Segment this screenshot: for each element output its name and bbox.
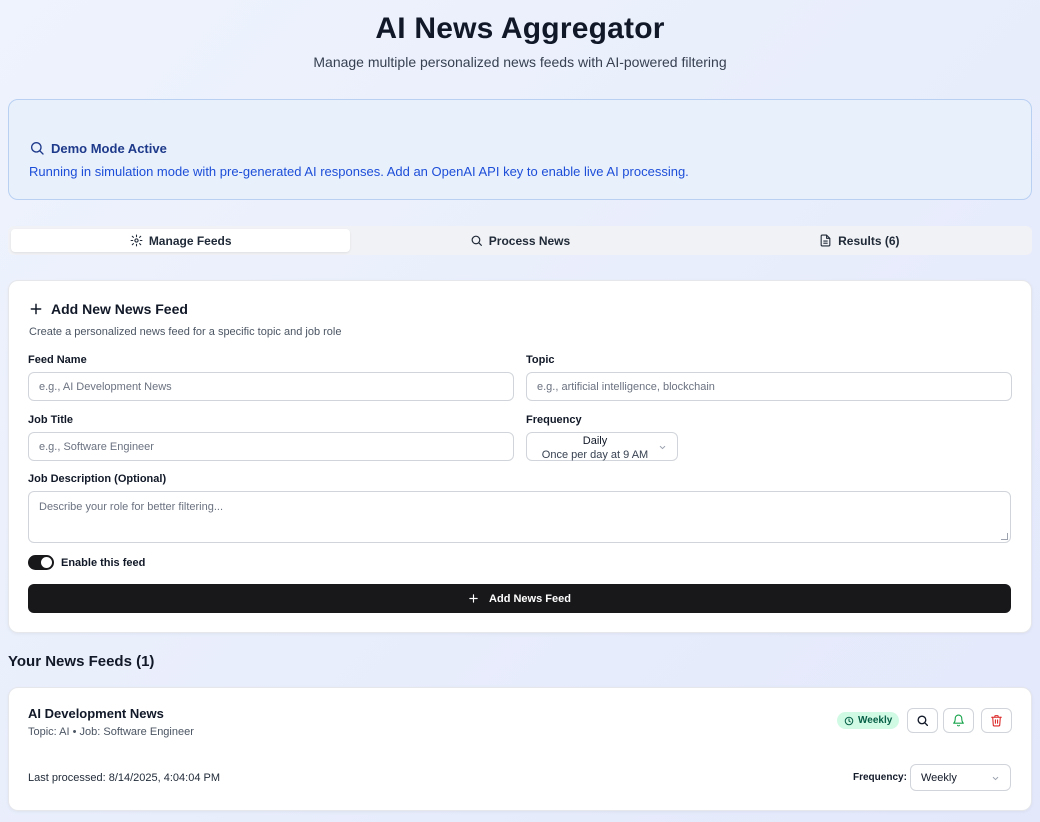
process-feed-button[interactable] — [907, 708, 938, 733]
search-icon — [29, 140, 45, 156]
feed-frequency-value: Weekly — [921, 771, 957, 784]
frequency-subtext: Once per day at 9 AM — [541, 449, 649, 461]
add-feed-description: Create a personalized news feed for a sp… — [29, 326, 342, 338]
banner-text: Running in simulation mode with pre-gene… — [29, 164, 689, 179]
feeds-heading: Your News Feeds (1) — [8, 653, 155, 670]
chevron-down-icon — [991, 774, 1000, 783]
add-feed-card: Add New News Feed Create a personalized … — [8, 280, 1032, 633]
demo-mode-banner: Demo Mode Active Running in simulation m… — [8, 99, 1032, 200]
enable-feed-row: Enable this feed — [28, 555, 145, 570]
frequency-select[interactable]: Daily Once per day at 9 AM — [526, 432, 678, 461]
plus-icon — [29, 302, 43, 316]
badge-label: Weekly — [858, 715, 893, 726]
clock-icon — [844, 716, 854, 726]
feed-meta: Topic: AI • Job: Software Engineer — [28, 726, 194, 738]
tab-manage-feeds[interactable]: Manage Feeds — [11, 229, 351, 252]
resize-handle[interactable] — [1001, 533, 1008, 540]
topic-field: Topic e.g., artificial intelligence, blo… — [526, 354, 1012, 401]
feed-card: AI Development News Topic: AI • Job: Sof… — [8, 687, 1032, 811]
feed-name-label: Feed Name — [28, 354, 87, 366]
job-description-placeholder: Describe your role for better filtering.… — [39, 501, 224, 513]
feed-last-processed: Last processed: 8/14/2025, 4:04:04 PM — [28, 772, 221, 784]
notifications-button[interactable] — [943, 708, 974, 733]
add-feed-title: Add New News Feed — [51, 301, 188, 317]
tab-label: Results (6) — [838, 233, 900, 248]
plus-icon — [468, 593, 479, 604]
banner-heading: Demo Mode Active — [29, 140, 1011, 156]
banner-title: Demo Mode Active — [51, 140, 167, 156]
job-description-field: Job Description (Optional) Describe your… — [28, 473, 1011, 543]
add-feed-heading: Add New News Feed — [29, 301, 1011, 317]
gear-icon — [130, 234, 143, 247]
search-icon — [916, 714, 929, 727]
job-title-field: Job Title e.g., Software Engineer — [28, 414, 514, 461]
page-header: AI News Aggregator Manage multiple perso… — [0, 0, 1040, 70]
document-icon — [819, 234, 832, 247]
job-title-input[interactable]: e.g., Software Engineer — [28, 432, 514, 461]
feed-name: AI Development News — [28, 706, 164, 721]
tab-results[interactable]: Results (6) — [690, 229, 1029, 252]
feed-frequency-label: Frequency: — [853, 772, 907, 783]
add-news-feed-button[interactable]: Add News Feed — [28, 584, 1011, 613]
toggle-knob — [41, 557, 52, 568]
feed-name-field: Feed Name e.g., AI Development News — [28, 354, 514, 401]
topic-label: Topic — [526, 354, 555, 366]
add-news-feed-label: Add News Feed — [489, 592, 571, 605]
frequency-value: Daily — [582, 435, 608, 447]
frequency-label: Frequency — [526, 414, 582, 426]
job-description-textarea[interactable]: Describe your role for better filtering.… — [28, 491, 1011, 543]
trash-icon — [990, 714, 1003, 727]
tab-label: Manage Feeds — [148, 233, 232, 248]
feed-name-input[interactable]: e.g., AI Development News — [28, 372, 514, 401]
delete-feed-button[interactable] — [981, 708, 1012, 733]
chevron-down-icon — [658, 443, 667, 452]
page-title: AI News Aggregator — [375, 12, 665, 45]
enable-feed-label: Enable this feed — [61, 556, 146, 569]
tab-bar: Manage Feeds Process News Results (6) — [8, 226, 1032, 255]
enable-feed-toggle[interactable] — [28, 555, 54, 570]
job-description-label: Job Description (Optional) — [28, 473, 167, 485]
tab-label: Process News — [488, 233, 571, 248]
feed-frequency-select[interactable]: Weekly — [910, 764, 1011, 791]
bell-icon — [952, 714, 965, 727]
topic-input[interactable]: e.g., artificial intelligence, blockchai… — [526, 372, 1012, 401]
job-title-label: Job Title — [28, 414, 74, 426]
status-badge: Weekly — [837, 712, 900, 729]
frequency-field: Frequency Daily Once per day at 9 AM — [526, 414, 678, 461]
tab-process-news[interactable]: Process News — [350, 229, 689, 252]
page-subtitle: Manage multiple personalized news feeds … — [313, 54, 727, 70]
search-icon — [470, 234, 483, 247]
